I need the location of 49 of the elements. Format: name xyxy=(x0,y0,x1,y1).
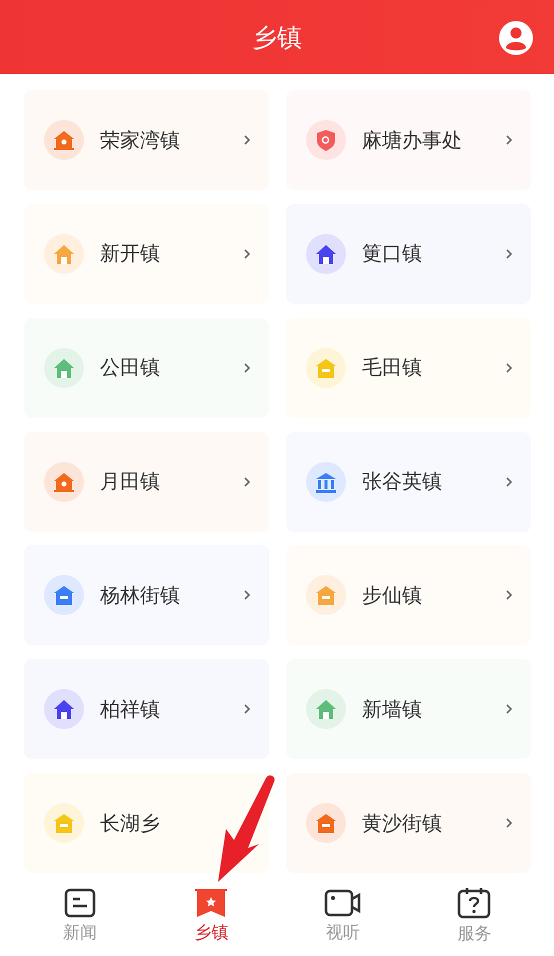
calendar-question-icon xyxy=(457,887,492,919)
building-icon xyxy=(306,348,346,388)
building-icon xyxy=(306,803,346,844)
town-name: 毛田镇 xyxy=(362,354,423,382)
town-name: 柏祥镇 xyxy=(100,696,161,723)
town-card[interactable]: 新开镇 xyxy=(24,204,269,304)
town-name: 步仙镇 xyxy=(362,582,423,609)
town-card[interactable]: 步仙镇 xyxy=(286,545,531,646)
town-name: 公田镇 xyxy=(100,354,161,382)
building-icon xyxy=(306,120,346,160)
town-name: 新开镇 xyxy=(100,240,161,268)
town-name: 黄沙街镇 xyxy=(362,810,443,837)
building-icon xyxy=(44,689,84,730)
town-card[interactable]: 月田镇 xyxy=(24,432,269,532)
news-icon xyxy=(64,888,96,918)
town-name: 新墙镇 xyxy=(362,696,423,723)
town-name: 荣家湾镇 xyxy=(100,126,181,154)
town-card[interactable]: 新墙镇 xyxy=(286,659,531,760)
town-name: 杨林街镇 xyxy=(100,582,181,609)
town-card[interactable]: 杨林街镇 xyxy=(24,545,269,646)
town-name: 张谷英镇 xyxy=(362,468,443,496)
building-icon xyxy=(44,120,84,160)
town-name: 筻口镇 xyxy=(362,240,423,268)
town-card[interactable]: 麻塘办事处 xyxy=(286,90,531,190)
town-card[interactable]: 黄沙街镇 xyxy=(286,773,531,874)
town-card[interactable]: 毛田镇 xyxy=(286,318,531,418)
town-card[interactable]: 张谷英镇 xyxy=(286,432,531,532)
building-icon xyxy=(44,803,84,844)
town-name: 麻塘办事处 xyxy=(362,126,463,154)
building-icon xyxy=(306,575,346,616)
town-card[interactable]: 公田镇 xyxy=(24,318,269,418)
town-card[interactable]: 筻口镇 xyxy=(286,204,531,304)
user-avatar-icon[interactable] xyxy=(498,20,534,56)
video-camera-icon xyxy=(324,888,362,918)
building-icon xyxy=(306,462,346,502)
building-icon xyxy=(44,575,84,616)
town-name: 月田镇 xyxy=(100,468,161,496)
building-icon xyxy=(44,348,84,388)
town-card[interactable]: 荣家湾镇 xyxy=(24,90,269,190)
town-card[interactable]: 长湖乡 xyxy=(24,773,269,874)
building-icon xyxy=(306,689,346,730)
nav-tab[interactable]: 乡镇 xyxy=(146,876,277,956)
bookmark-star-icon xyxy=(194,888,228,918)
town-card[interactable]: 柏祥镇 xyxy=(24,659,269,760)
town-name: 长湖乡 xyxy=(100,810,161,837)
building-icon xyxy=(44,462,84,502)
building-icon xyxy=(306,234,346,274)
building-icon xyxy=(44,234,84,274)
page-title: 乡镇 xyxy=(252,22,302,54)
